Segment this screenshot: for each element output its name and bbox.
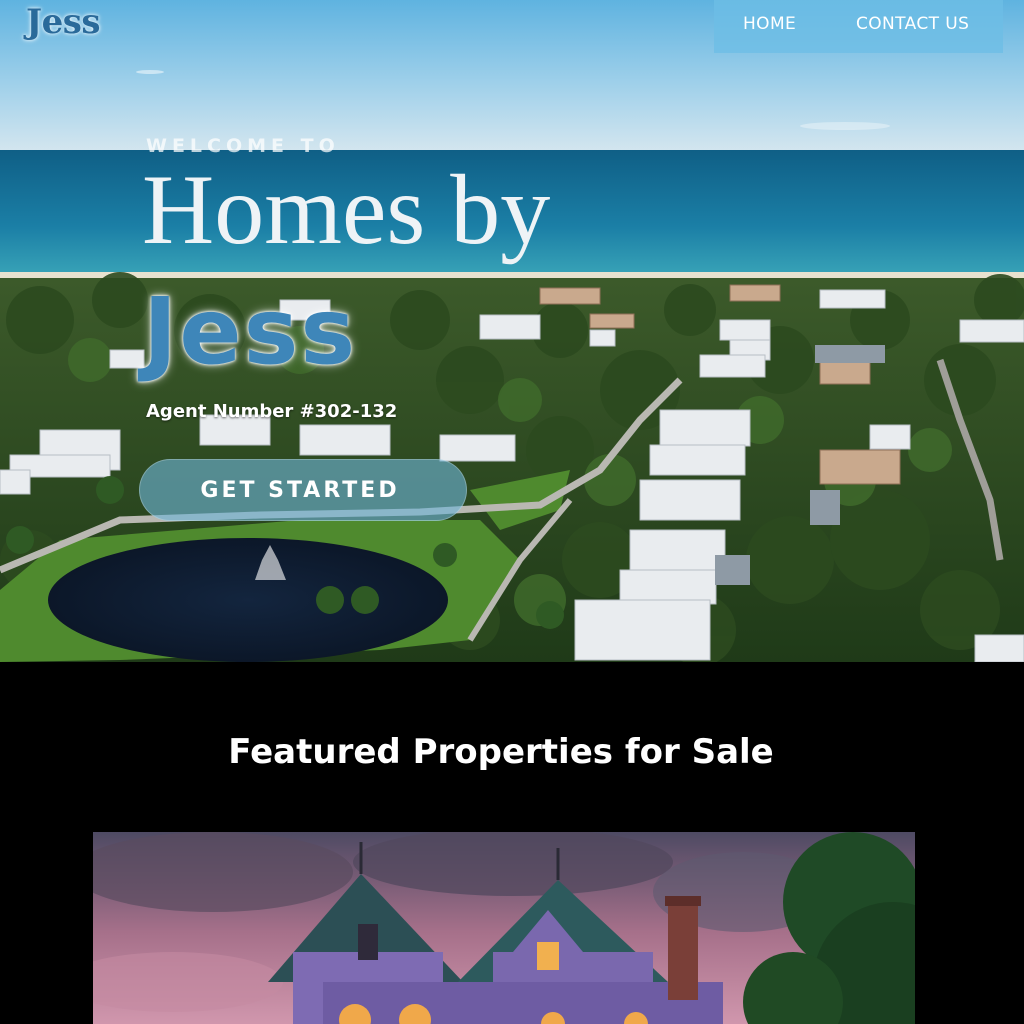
property-image bbox=[93, 832, 915, 1024]
top-nav: HOME CONTACT US bbox=[714, 0, 1003, 53]
featured-properties-section: Featured Properties for Sale bbox=[0, 662, 1024, 1024]
site-logo[interactable]: Jess bbox=[26, 2, 101, 42]
hero-headline: Homes by bbox=[142, 154, 551, 265]
nav-contact-link[interactable]: CONTACT US bbox=[856, 14, 969, 34]
section-title: Featured Properties for Sale bbox=[228, 732, 774, 772]
get-started-label: GET STARTED bbox=[200, 477, 400, 503]
page: Jess HOME CONTACT US WELCOME TO Homes by… bbox=[0, 0, 1024, 1024]
get-started-button[interactable]: GET STARTED bbox=[139, 459, 467, 521]
nav-home-link[interactable]: HOME bbox=[743, 14, 796, 34]
property-card[interactable] bbox=[93, 832, 915, 1024]
hero-section: Jess HOME CONTACT US WELCOME TO Homes by… bbox=[0, 0, 1024, 662]
hero-headline-name: Jess bbox=[143, 278, 358, 385]
agent-number-text: Agent Number #302-132 bbox=[146, 401, 398, 422]
